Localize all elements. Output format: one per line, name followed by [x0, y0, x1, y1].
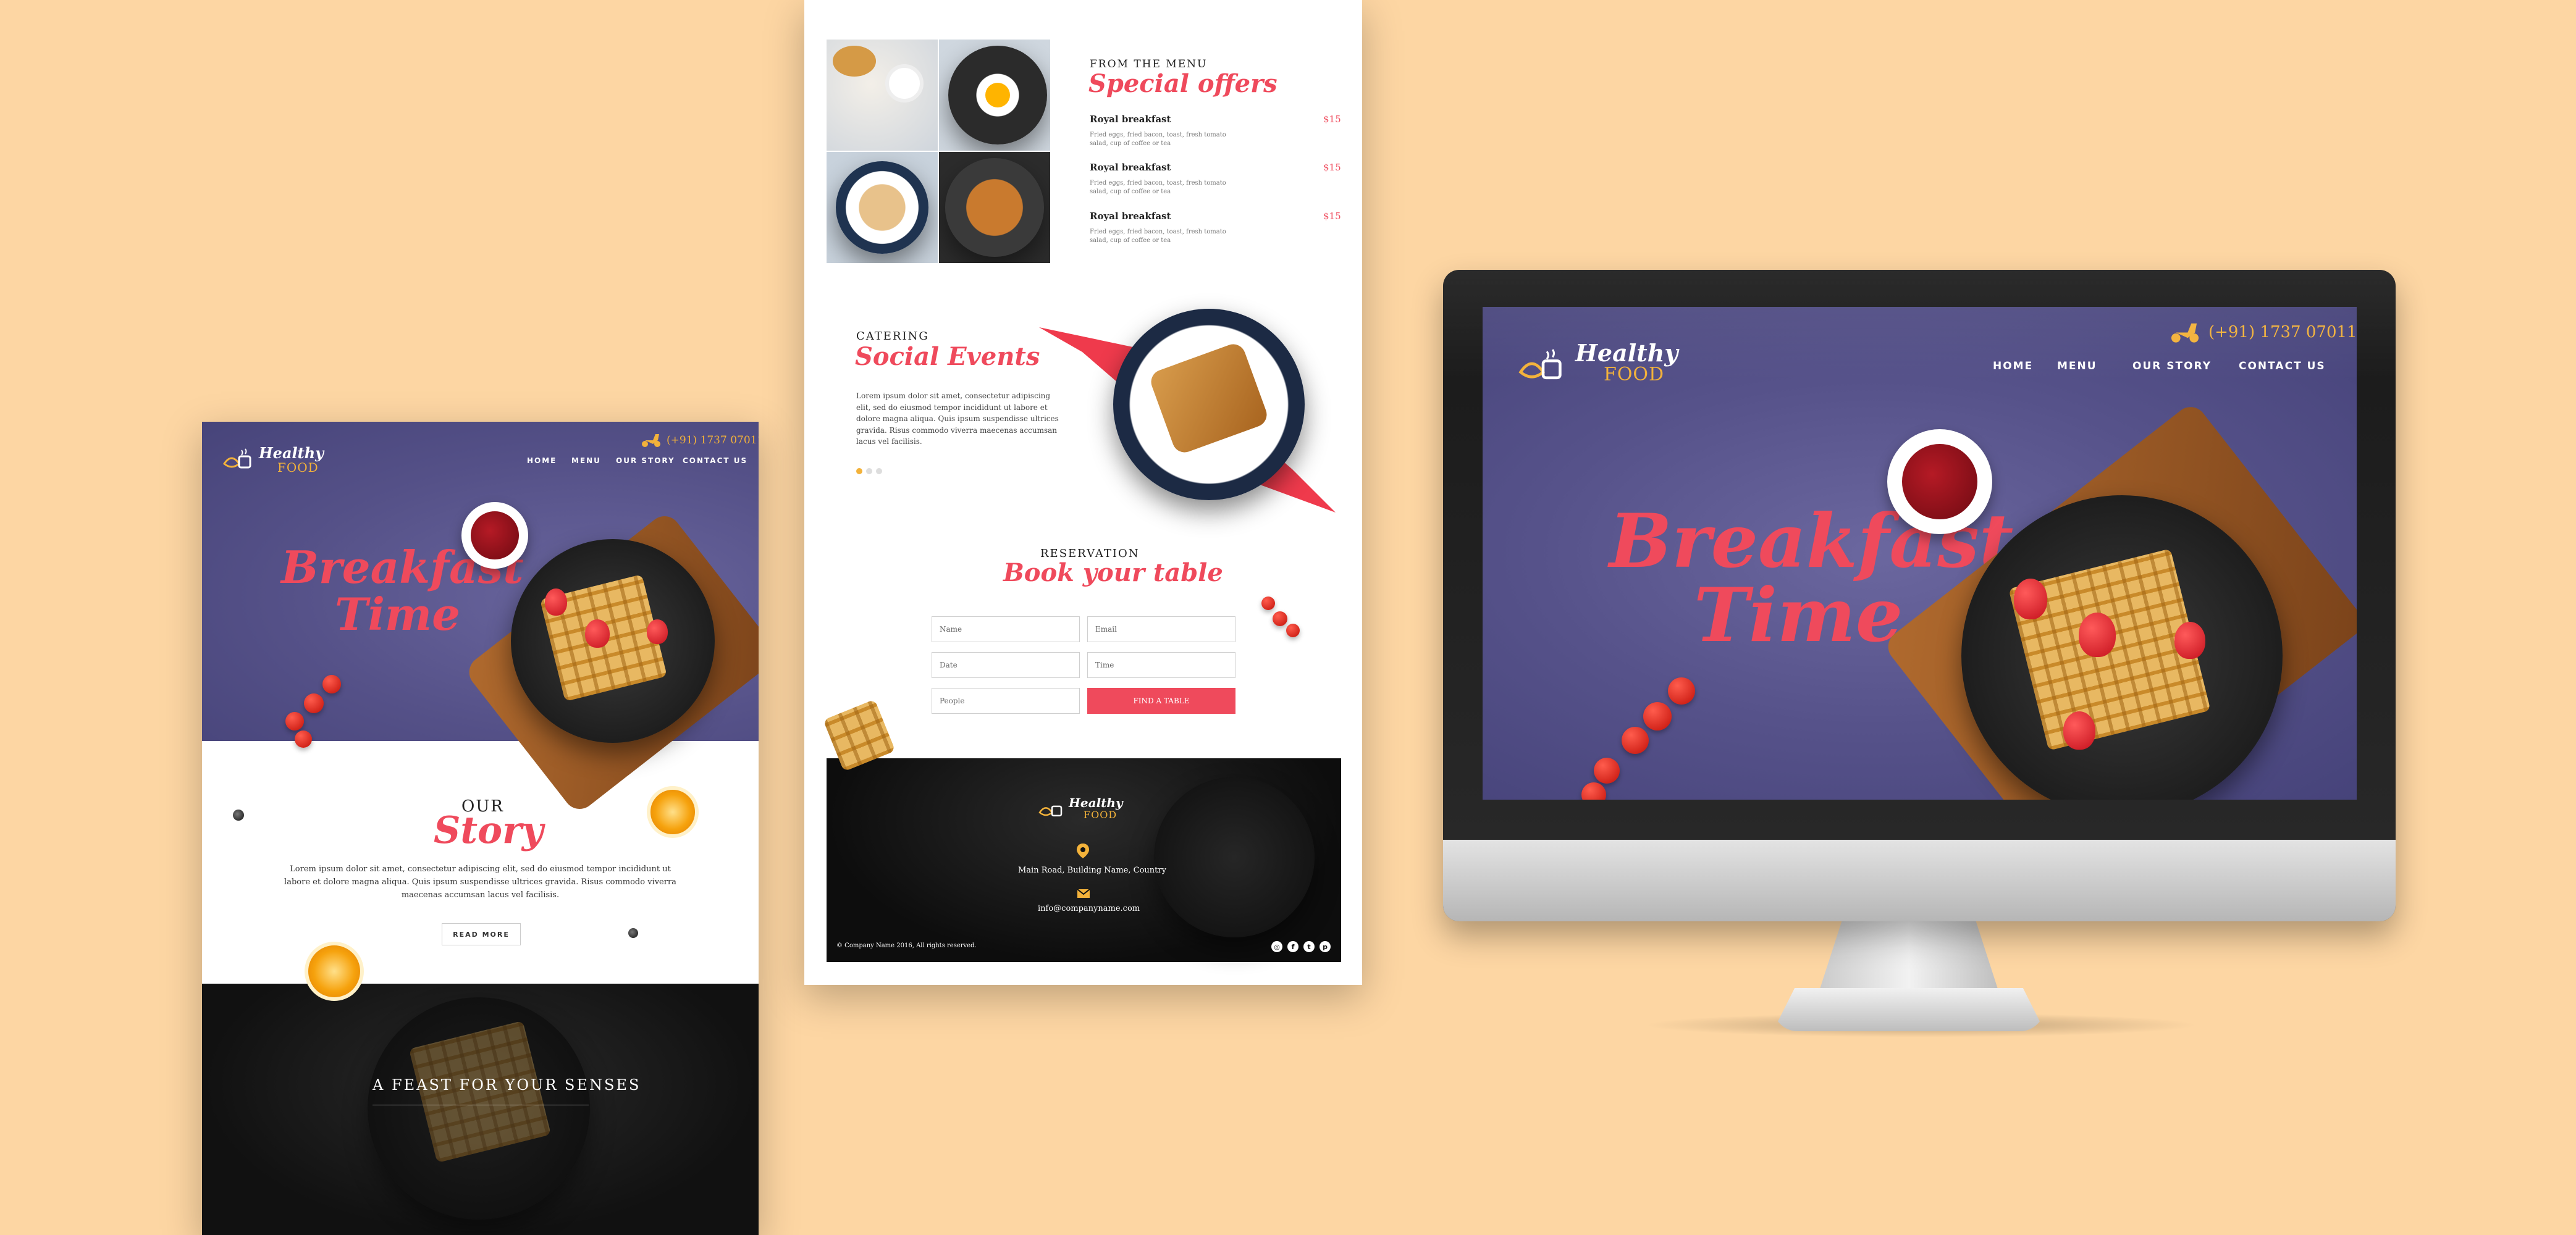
coffee-croissant-logo-icon	[1518, 349, 1562, 380]
phone-number[interactable]: (+91) 1737 070110	[667, 434, 759, 446]
people-field[interactable]: People	[932, 688, 1080, 714]
delivery-scooter-icon	[642, 434, 660, 447]
footer-email[interactable]: info@companyname.com	[1038, 904, 1140, 913]
logo-text-bottom: FOOD	[277, 460, 319, 475]
cherry-tomato	[1622, 727, 1649, 754]
date-field[interactable]: Date	[932, 652, 1080, 678]
nav-contact-us[interactable]: CONTACT US	[683, 456, 747, 465]
landing-page-mockup: Healthy FOOD (+91) 1737 070110 HOME MENU…	[202, 422, 759, 1235]
monitor-chin	[1443, 840, 2396, 921]
carousel-dot-active[interactable]	[856, 468, 862, 474]
strawberry	[2014, 579, 2047, 619]
food-photo-eggs	[939, 40, 1050, 151]
decorative-seed	[628, 928, 638, 938]
nav-our-story[interactable]: OUR STORY	[2132, 360, 2212, 372]
menu-item-name: Royal breakfast	[1090, 211, 1171, 222]
instagram-icon[interactable]: ◎	[1271, 941, 1282, 952]
envelope-icon	[1077, 889, 1090, 898]
cherry-tomato	[1581, 782, 1606, 800]
menu-item-description: Fried eggs, fried bacon, toast, fresh to…	[1090, 180, 1226, 195]
strawberry	[2079, 613, 2116, 657]
strawberry	[647, 619, 668, 644]
phone-number[interactable]: (+91) 1737 070110	[2208, 323, 2357, 341]
strawberry	[545, 588, 567, 616]
menu-item-price: $15	[1323, 114, 1341, 125]
cherry-tomato	[295, 731, 312, 748]
location-pin-icon	[1077, 844, 1089, 858]
cherry-tomato	[1286, 624, 1300, 637]
dark-plate	[1154, 777, 1315, 937]
menu-title: Special offers	[1088, 69, 1277, 98]
cherry-tomato	[1273, 611, 1287, 626]
orange-slice	[647, 786, 699, 838]
pinterest-icon[interactable]: p	[1320, 941, 1331, 952]
story-body: Lorem ipsum dolor sit amet, consectetur …	[284, 865, 676, 900]
cherry-tomato	[1261, 597, 1275, 610]
menu-item-name: Royal breakfast	[1090, 114, 1171, 125]
find-a-table-button[interactable]: FIND A TABLE	[1087, 688, 1235, 714]
twitter-icon[interactable]: t	[1303, 941, 1315, 952]
nav-menu[interactable]: MENU	[2057, 360, 2097, 372]
menu-page-mockup: FROM THE MENU Special offers Royal break…	[804, 0, 1362, 985]
decorative-seed	[233, 810, 244, 821]
copyright: © Company Name 2016, All rights reserved…	[836, 942, 977, 949]
footer: Healthy FOOD Main Road, Building Name, C…	[827, 758, 1341, 962]
carousel-dot[interactable]	[876, 468, 882, 474]
time-field[interactable]: Time	[1087, 652, 1235, 678]
sauce-bowl	[461, 502, 528, 569]
menu-label: FROM THE MENU	[1090, 58, 1208, 70]
orange-slice	[305, 942, 364, 1001]
sauce-bowl	[1887, 429, 1992, 534]
hero-section: Healthy FOOD (+91) 1737 070110 HOME MENU…	[202, 422, 759, 816]
footer-logo-bottom: FOOD	[1084, 809, 1118, 821]
delivery-scooter-icon	[2171, 323, 2199, 343]
footer-logo-top: Healthy	[1069, 795, 1123, 810]
monitor-stand-base	[1773, 988, 2045, 1031]
logo-text-bottom: FOOD	[1604, 364, 1665, 385]
cherry-tomato	[285, 712, 304, 731]
feast-heading: A FEAST FOR YOUR SENSES	[373, 1076, 641, 1094]
menu-item-description: Fried eggs, fried bacon, toast, fresh to…	[1090, 132, 1226, 147]
strawberry	[2174, 622, 2205, 659]
cherry-tomato	[1594, 758, 1620, 784]
story-title: Story	[434, 809, 544, 852]
nav-home[interactable]: HOME	[1993, 360, 2033, 372]
cherry-tomato	[304, 693, 324, 713]
logo-text-top: Healthy	[1575, 339, 1678, 367]
facebook-icon[interactable]: f	[1287, 941, 1299, 952]
cherry-tomato	[1643, 702, 1672, 731]
monitor-screen: Healthy FOOD (+91) 1737 070110 HOME MENU…	[1483, 307, 2357, 800]
cherry-tomato	[1668, 677, 1695, 705]
email-field[interactable]: Email	[1087, 616, 1235, 642]
strawberry	[2063, 711, 2095, 750]
cherry-tomato	[322, 675, 341, 693]
food-photo-pancake	[939, 152, 1050, 263]
read-more-button[interactable]: READ MORE	[442, 923, 521, 945]
feast-section: A FEAST FOR YOUR SENSES	[202, 984, 759, 1235]
catering-body: Lorem ipsum dolor sit amet, consectetur …	[856, 391, 1059, 446]
nav-contact-us[interactable]: CONTACT US	[2239, 360, 2326, 372]
coffee-croissant-logo-icon	[223, 448, 251, 469]
reservation-title: Book your table	[1003, 558, 1223, 587]
food-photo-toast	[827, 152, 938, 263]
menu-item-description: Fried eggs, fried bacon, toast, fresh to…	[1090, 228, 1226, 244]
nav-home[interactable]: HOME	[527, 456, 557, 465]
food-photo-croissant	[827, 40, 938, 151]
logo-text-top: Healthy	[259, 444, 324, 462]
footer-address: Main Road, Building Name, Country	[1018, 866, 1166, 875]
nav-menu[interactable]: MENU	[571, 456, 601, 465]
catering-title: Social Events	[855, 342, 1040, 371]
hero-title-line2: Time	[335, 588, 460, 640]
catering-label: CATERING	[856, 330, 929, 343]
menu-item-name: Royal breakfast	[1090, 162, 1171, 173]
coffee-croissant-logo-icon	[1038, 805, 1063, 817]
menu-item-price: $15	[1323, 211, 1341, 222]
hero-title-line2: Time	[1694, 572, 1903, 659]
name-field[interactable]: Name	[932, 616, 1080, 642]
strawberry	[585, 619, 610, 648]
carousel-dot[interactable]	[866, 468, 872, 474]
menu-item-price: $15	[1323, 162, 1341, 173]
nav-our-story[interactable]: OUR STORY	[616, 456, 675, 465]
